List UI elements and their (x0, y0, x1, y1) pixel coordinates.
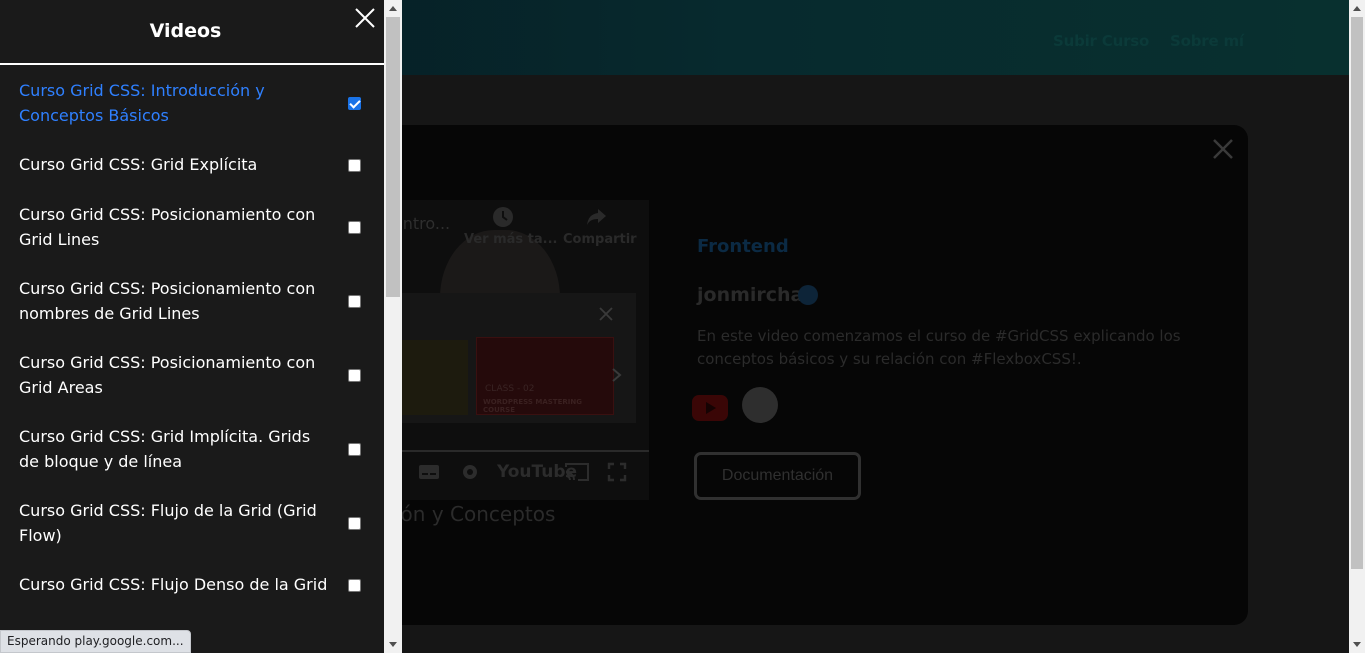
video-list-item[interactable]: Curso Grid CSS: Introducción y Conceptos… (0, 66, 384, 140)
nav-sobre-mi[interactable]: Sobre mí (1170, 32, 1244, 50)
scroll-down-arrow-icon[interactable] (1353, 642, 1361, 647)
clock-icon[interactable] (492, 206, 514, 228)
video-list-item-label[interactable]: Curso Grid CSS: Flujo Denso de la Grid (19, 575, 327, 594)
cast-icon[interactable] (564, 462, 590, 482)
video-list-item[interactable]: Curso Grid CSS: Flujo de la Grid (Grid F… (0, 486, 384, 560)
video-watched-checkbox[interactable] (348, 443, 361, 456)
video-list-item-label[interactable]: Curso Grid CSS: Introducción y Conceptos… (19, 81, 265, 125)
video-list-item[interactable]: Curso Grid CSS: Posicionamiento con Grid… (0, 190, 384, 264)
video-watched-checkbox[interactable] (348, 159, 361, 172)
videos-sidebar: Videos Curso Grid CSS: Introducción y Co… (0, 0, 384, 653)
youtube-icon[interactable] (692, 395, 728, 421)
video-watched-checkbox[interactable] (348, 579, 361, 592)
page-scrollbar-thumb[interactable] (1351, 17, 1363, 569)
video-list-item-label[interactable]: Curso Grid CSS: Grid Explícita (19, 155, 257, 174)
popup-close-icon[interactable] (599, 307, 613, 321)
github-icon[interactable] (742, 387, 778, 423)
video-list: Curso Grid CSS: Introducción y Conceptos… (0, 66, 384, 610)
nav-subir-curso[interactable]: Subir Curso (1053, 32, 1149, 50)
author-name: jonmircha (697, 284, 804, 306)
video-list-item-label[interactable]: Curso Grid CSS: Posicionamiento con nomb… (19, 279, 315, 323)
progress-track[interactable] (400, 450, 649, 452)
watch-later-label[interactable]: Ver más ta... (464, 232, 558, 247)
scroll-up-arrow-icon[interactable] (389, 6, 397, 11)
video-watched-checkbox[interactable] (348, 369, 361, 382)
sidebar-close-icon[interactable] (353, 6, 377, 30)
browser-status-bar: Esperando play.google.com... (0, 630, 191, 653)
video-list-item-label[interactable]: Curso Grid CSS: Posicionamiento con Grid… (19, 205, 315, 249)
video-list-item[interactable]: Curso Grid CSS: Posicionamiento con nomb… (0, 264, 384, 338)
category-link[interactable]: Frontend (697, 236, 789, 257)
fullscreen-icon[interactable] (607, 462, 627, 482)
video-watched-checkbox[interactable] (348, 221, 361, 234)
documentation-button[interactable]: Documentación (694, 452, 861, 500)
video-list-item-label[interactable]: Curso Grid CSS: Posicionamiento con Grid… (19, 353, 315, 397)
subtitles-icon[interactable] (418, 463, 440, 481)
video-partial-title: Intro... (398, 214, 451, 233)
video-list-item[interactable]: Curso Grid CSS: Posicionamiento con Grid… (0, 338, 384, 412)
video-list-item[interactable]: Curso Grid CSS: Grid Explícita (0, 140, 384, 190)
related-video-thumbnail[interactable]: CLASS - 02 WORDPRESS MASTERING COURSE (476, 337, 614, 415)
video-description: En este video comenzamos el curso de #Gr… (697, 327, 1181, 368)
video-list-item[interactable]: Curso Grid CSS: Flujo Denso de la Grid (0, 560, 384, 610)
sidebar-scrollbar-thumb[interactable] (386, 17, 400, 297)
sidebar-divider (0, 63, 384, 65)
video-list-item-label[interactable]: Curso Grid CSS: Grid Implícita. Grids de… (19, 427, 310, 471)
page-scrollbar[interactable] (1349, 0, 1365, 653)
video-watched-checkbox[interactable] (348, 97, 361, 110)
verified-badge-icon (798, 285, 818, 305)
sidebar-title: Videos (149, 20, 222, 42)
sidebar-scrollbar[interactable] (384, 0, 402, 653)
scroll-down-arrow-icon[interactable] (389, 642, 397, 647)
settings-gear-icon[interactable] (460, 462, 480, 482)
video-watched-checkbox[interactable] (348, 295, 361, 308)
chevron-right-icon[interactable] (610, 368, 622, 382)
share-label[interactable]: Compartir (563, 232, 637, 247)
thumb-sublabel: WORDPRESS MASTERING COURSE (483, 398, 582, 414)
scroll-up-arrow-icon[interactable] (1353, 6, 1361, 11)
video-title: ción y Conceptos (384, 502, 556, 526)
video-list-item[interactable]: Curso Grid CSS: Grid Implícita. Grids de… (0, 412, 384, 486)
modal-close-icon[interactable] (1210, 136, 1236, 162)
share-icon[interactable] (585, 206, 607, 228)
thumb-label: CLASS - 02 (485, 384, 535, 394)
video-watched-checkbox[interactable] (348, 517, 361, 530)
related-video-thumbnail[interactable] (400, 340, 468, 415)
video-list-item-label[interactable]: Curso Grid CSS: Flujo de la Grid (Grid F… (19, 501, 317, 545)
